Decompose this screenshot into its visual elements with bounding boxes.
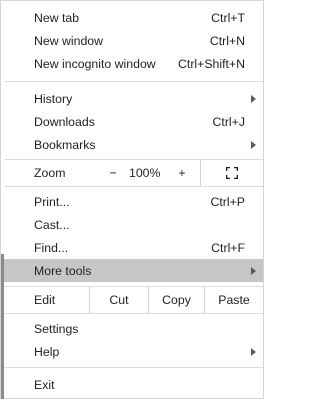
menu-item-cast[interactable]: Cast... bbox=[1, 213, 263, 236]
menu-item-find[interactable]: Find... Ctrl+F bbox=[1, 236, 263, 259]
menu-item-shortcut: Ctrl+P bbox=[210, 194, 245, 209]
menu-item-history[interactable]: History bbox=[1, 87, 263, 110]
menu-separator bbox=[5, 367, 263, 368]
chevron-right-icon bbox=[251, 266, 256, 275]
menu-item-label: More tools bbox=[34, 263, 92, 278]
menu-item-shortcut: Ctrl+N bbox=[209, 33, 245, 48]
chevron-right-icon bbox=[251, 347, 256, 356]
menu-item-shortcut: Ctrl+Shift+N bbox=[178, 56, 245, 71]
chevron-right-icon bbox=[251, 94, 256, 103]
menu-item-label: Bookmarks bbox=[34, 137, 96, 152]
menu-item-help[interactable]: Help bbox=[1, 340, 263, 363]
cut-button[interactable]: Cut bbox=[89, 287, 148, 313]
menu-item-shortcut: Ctrl+T bbox=[211, 10, 245, 25]
menu-item-label: New tab bbox=[34, 10, 80, 25]
menu-item-label: Cast... bbox=[34, 217, 70, 232]
menu-item-settings[interactable]: Settings bbox=[1, 317, 263, 340]
zoom-in-button[interactable]: + bbox=[177, 166, 187, 180]
zoom-row: Zoom − 100% + bbox=[5, 160, 263, 186]
menu-item-label: New window bbox=[34, 33, 104, 48]
menu-item-label: Settings bbox=[34, 321, 79, 336]
menu-item-exit[interactable]: Exit bbox=[1, 373, 263, 396]
menu-item-label: New incognito window bbox=[34, 56, 156, 71]
menu-separator bbox=[5, 313, 263, 314]
menu-item-label: Find... bbox=[34, 240, 69, 255]
menu-item-shortcut: Ctrl+J bbox=[212, 114, 245, 129]
menu-item-bookmarks[interactable]: Bookmarks bbox=[1, 133, 263, 156]
chrome-main-menu: New tab Ctrl+T New window Ctrl+N New inc… bbox=[0, 0, 264, 399]
zoom-label: Zoom bbox=[34, 166, 66, 180]
fullscreen-icon[interactable] bbox=[226, 167, 238, 179]
zoom-divider bbox=[200, 160, 201, 186]
menu-separator bbox=[5, 186, 263, 187]
menu-item-more-tools[interactable]: More tools bbox=[4, 259, 263, 282]
menu-item-label: History bbox=[34, 91, 73, 106]
menu-item-shortcut: Ctrl+F bbox=[211, 240, 245, 255]
menu-item-new-incognito-window[interactable]: New incognito window Ctrl+Shift+N bbox=[1, 52, 263, 75]
paste-button[interactable]: Paste bbox=[204, 287, 263, 313]
menu-separator bbox=[5, 81, 263, 82]
edit-row: Edit Cut Copy Paste bbox=[5, 287, 263, 313]
menu-item-label: Print... bbox=[34, 194, 70, 209]
chevron-right-icon bbox=[251, 140, 256, 149]
menu-item-print[interactable]: Print... Ctrl+P bbox=[1, 190, 263, 213]
zoom-level: 100% bbox=[129, 166, 161, 180]
menu-item-label: Help bbox=[34, 344, 60, 359]
menu-item-label: Downloads bbox=[34, 114, 95, 129]
edit-label: Edit bbox=[34, 293, 56, 307]
menu-item-downloads[interactable]: Downloads Ctrl+J bbox=[1, 110, 263, 133]
zoom-out-button[interactable]: − bbox=[108, 166, 118, 180]
copy-button[interactable]: Copy bbox=[148, 287, 204, 313]
menu-item-new-window[interactable]: New window Ctrl+N bbox=[1, 29, 263, 52]
menu-item-label: Exit bbox=[34, 377, 55, 392]
menu-item-new-tab[interactable]: New tab Ctrl+T bbox=[1, 6, 263, 29]
